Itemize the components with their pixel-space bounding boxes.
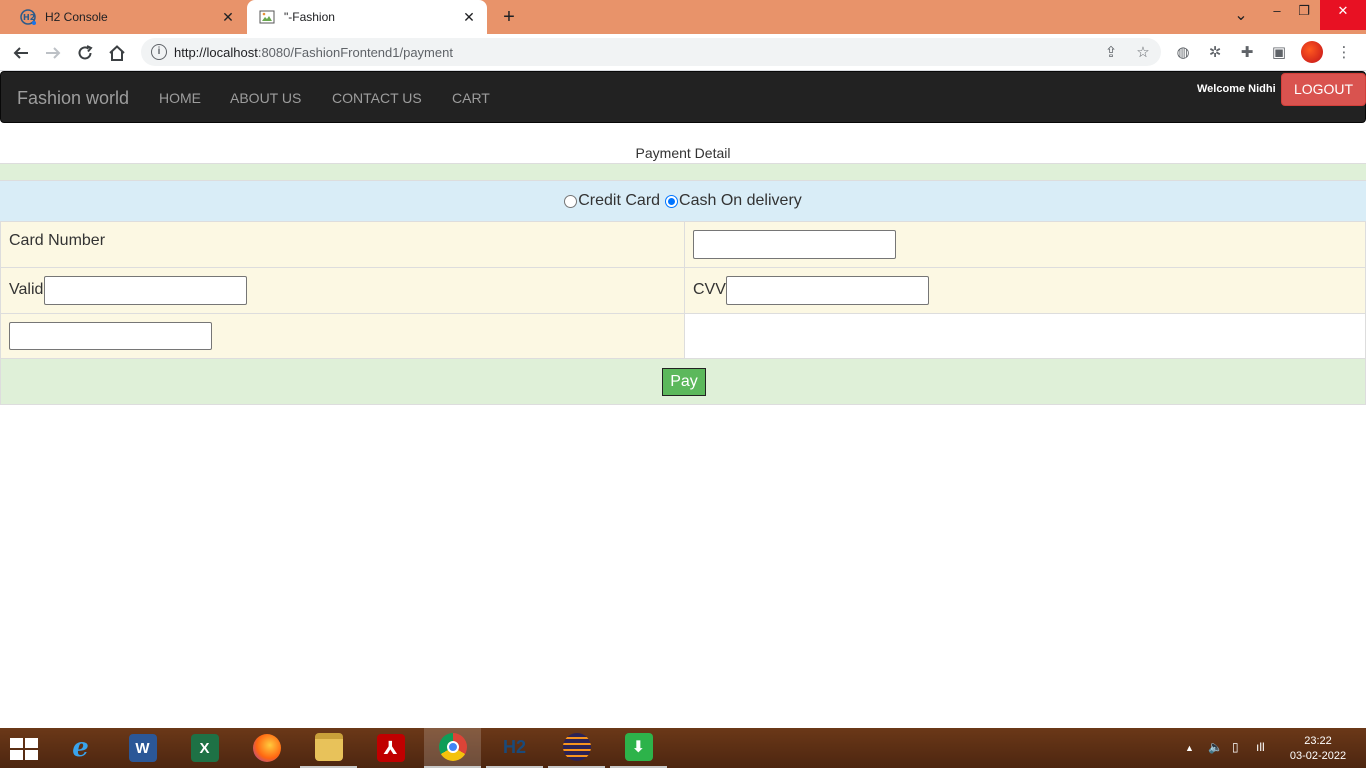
url-text: http://localhost:8080/FashionFrontend1/p… <box>174 45 453 60</box>
browser-toolbar: i http://localhost:8080/FashionFrontend1… <box>0 34 1366 71</box>
spacer-row <box>0 163 1366 181</box>
nav-contact-us[interactable]: CONTACT US <box>332 90 422 106</box>
pay-button[interactable]: Pay <box>662 368 706 396</box>
menu-kebab-icon[interactable]: ⋮ <box>1335 44 1353 62</box>
cash-on-delivery-label[interactable]: Cash On delivery <box>679 192 802 210</box>
cvv-cell: CVV <box>685 268 1366 313</box>
profile-avatar[interactable] <box>1301 41 1323 63</box>
firefox-icon[interactable] <box>238 728 295 768</box>
nav-about-us[interactable]: ABOUT US <box>230 90 301 106</box>
taskbar-clock[interactable]: 23:22 03-02-2022 <box>1288 734 1348 764</box>
back-button[interactable] <box>9 41 33 65</box>
payment-method-row: Credit Card Cash On delivery <box>0 181 1366 222</box>
tab-fashion[interactable]: "-Fashion ✕ <box>247 0 487 34</box>
windows-start-icon[interactable] <box>10 738 38 760</box>
word-icon[interactable]: W <box>114 728 171 768</box>
extra-input-cell <box>0 314 685 358</box>
cvv-input[interactable] <box>726 276 929 305</box>
h2-icon[interactable]: H2 <box>486 728 543 768</box>
new-tab-button[interactable]: + <box>497 6 521 30</box>
extensions-puzzle-icon[interactable]: ✚ <box>1238 44 1256 62</box>
card-number-label-cell: Card Number <box>0 222 685 267</box>
tab-close-icon[interactable]: ✕ <box>461 9 477 25</box>
logout-button[interactable]: LOGOUT <box>1281 73 1366 106</box>
brand-link[interactable]: Fashion world <box>17 88 129 109</box>
payment-method-options: Credit Card Cash On delivery <box>0 181 1366 221</box>
broken-image-favicon-icon <box>259 9 275 25</box>
card-number-input-cell <box>685 222 1366 267</box>
credit-card-radio[interactable] <box>564 194 578 208</box>
home-button[interactable] <box>105 41 129 65</box>
valid-label: Valid <box>9 281 44 298</box>
forward-button[interactable] <box>41 41 65 65</box>
forward-arrow-icon <box>46 47 61 59</box>
valid-cvv-row: Valid CVV <box>0 268 1366 314</box>
valid-input[interactable] <box>44 276 247 305</box>
back-arrow-icon <box>13 47 28 59</box>
close-window-button[interactable]: ✕ <box>1320 0 1366 30</box>
browser-tab-bar: H2 H2 Console ✕ "-Fashion ✕ + ⌄ – ❐ ✕ <box>0 0 1366 34</box>
battery-icon[interactable]: ▯ <box>1232 740 1239 754</box>
tab-title: "-Fashion <box>284 10 335 24</box>
share-icon[interactable]: ⇪ <box>1102 44 1120 62</box>
valid-cell: Valid <box>0 268 685 313</box>
download-app-icon[interactable]: ⬇ <box>610 728 667 768</box>
side-panel-icon[interactable]: ▣ <box>1270 44 1288 62</box>
bug-extension-icon[interactable]: ✲ <box>1206 44 1224 62</box>
nav-cart[interactable]: CART <box>452 90 490 106</box>
chrome-icon[interactable] <box>424 728 481 768</box>
reload-button[interactable] <box>73 41 97 65</box>
address-bar[interactable]: i http://localhost:8080/FashionFrontend1… <box>141 38 1161 66</box>
extra-input[interactable] <box>9 322 212 350</box>
card-number-input[interactable] <box>693 230 896 259</box>
reload-icon <box>78 45 93 60</box>
tab-h2-console[interactable]: H2 H2 Console ✕ <box>8 0 246 34</box>
pay-row: Pay <box>0 359 1366 405</box>
clock-time: 23:22 <box>1304 735 1332 747</box>
minimize-button[interactable]: – <box>1262 0 1292 30</box>
internet-explorer-icon[interactable]: e <box>52 728 109 768</box>
tab-search-chevron-icon[interactable]: ⌄ <box>1226 0 1256 30</box>
tray-chevron-icon[interactable]: ▲ <box>1185 743 1194 753</box>
acrobat-icon[interactable]: ⅄ <box>362 728 419 768</box>
excel-icon[interactable]: X <box>176 728 233 768</box>
restore-button[interactable]: ❐ <box>1289 0 1319 30</box>
h2-favicon-icon: H2 <box>20 9 36 25</box>
tab-close-icon[interactable]: ✕ <box>220 9 236 25</box>
empty-cell <box>685 314 1366 358</box>
cvv-label: CVV <box>693 281 726 298</box>
windows-taskbar: e W X ⅄ H2 ⬇ ▲ 🔈 ▯ ıll 23:22 03-02-2022 <box>0 728 1366 768</box>
tab-title: H2 Console <box>45 10 108 24</box>
nav-home[interactable]: HOME <box>159 90 201 106</box>
file-explorer-icon[interactable] <box>300 728 357 768</box>
welcome-text: Welcome Nidhi <box>1197 83 1276 95</box>
volume-icon[interactable]: 🔈 <box>1208 740 1223 754</box>
site-navbar: Fashion world HOME ABOUT US CONTACT US C… <box>0 71 1366 123</box>
credit-card-label[interactable]: Credit Card <box>578 192 660 210</box>
cash-on-delivery-radio[interactable] <box>665 194 679 208</box>
extra-input-row <box>0 314 1366 359</box>
clock-date: 03-02-2022 <box>1289 750 1347 762</box>
payment-title: Payment Detail <box>635 145 731 161</box>
card-number-row: Card Number <box>0 222 1366 268</box>
svg-text:H2: H2 <box>23 13 35 22</box>
home-icon <box>109 45 125 61</box>
site-info-icon[interactable]: i <box>151 44 167 60</box>
card-number-label: Card Number <box>9 232 106 249</box>
network-signal-icon[interactable]: ıll <box>1256 740 1265 754</box>
eclipse-icon[interactable] <box>548 728 605 768</box>
bookmark-star-icon[interactable]: ☆ <box>1134 44 1152 62</box>
globe-extension-icon[interactable]: ◍ <box>1174 44 1192 62</box>
